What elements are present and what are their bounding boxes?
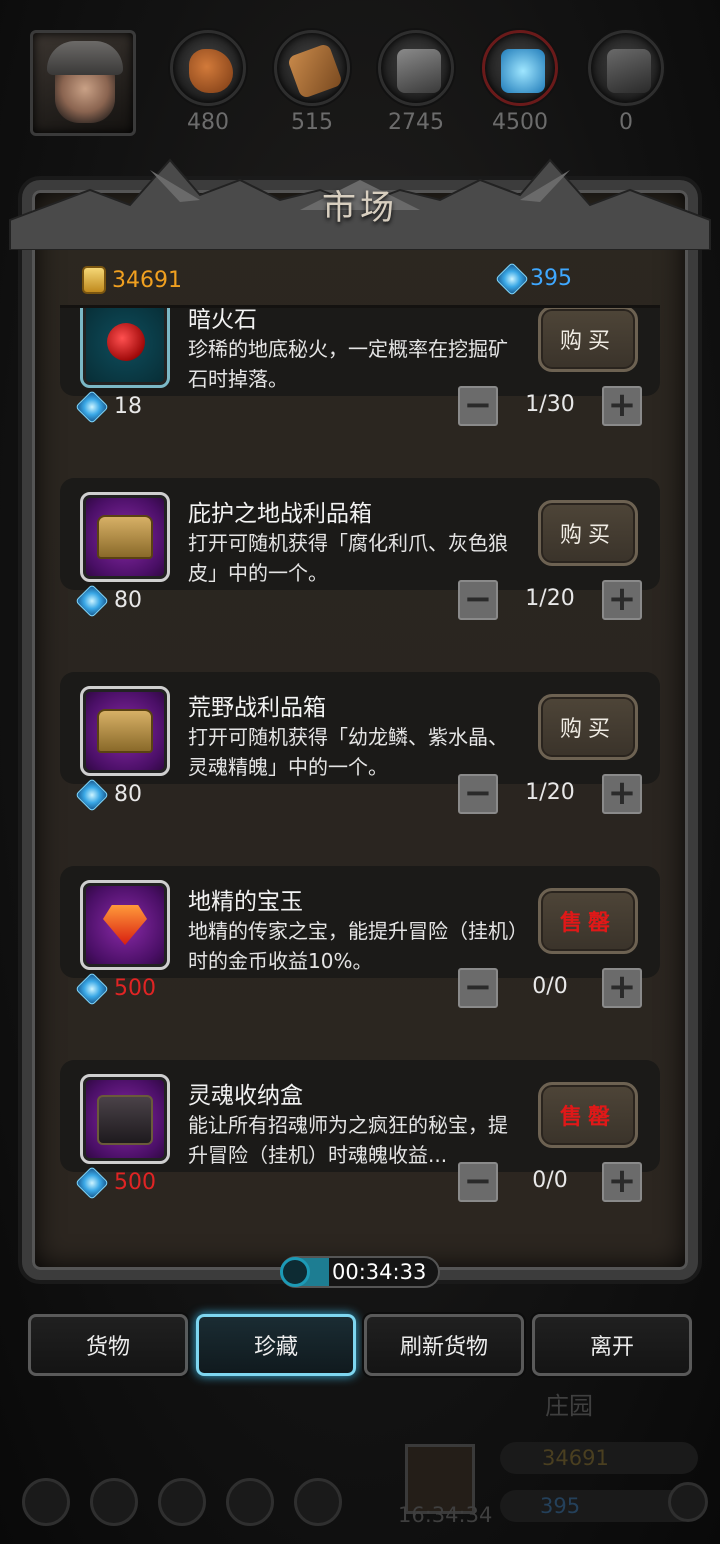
resource-meat[interactable]: 480 [168, 30, 248, 135]
mail-icon [226, 1478, 274, 1526]
market-item: 庇护之地战利品箱 打开可随机获得「腐化利爪、灰色狼皮」中的一个。 购买 80 −… [60, 478, 660, 672]
decrease-quantity-button[interactable]: − [458, 774, 498, 814]
increase-quantity-button[interactable]: + [602, 1162, 642, 1202]
wood-icon [286, 42, 344, 100]
item-name: 荒野战利品箱 [188, 695, 326, 721]
iron-icon [397, 49, 441, 93]
guild-icon [158, 1478, 206, 1526]
loot-chest-icon [80, 686, 170, 776]
resource-iron[interactable]: 2745 [376, 30, 456, 135]
panel-gold: 34691 [82, 266, 182, 294]
market-item-list[interactable]: 暗火石 珍稀的地底秘火，一定概率在挖掘矿石时掉落。 购买 18 − 1/30 +… [60, 308, 660, 1243]
resource-crystal[interactable]: 4500 [480, 30, 560, 135]
meat-icon [189, 49, 233, 93]
gem-icon [495, 261, 529, 296]
quantity-stepper: − 1/20 + [458, 580, 642, 622]
quantity-value: 1/20 [525, 586, 575, 611]
market-item: 荒野战利品箱 打开可随机获得「幼龙鳞、紫水晶、灵魂精魄」中的一个。 购买 80 … [60, 672, 660, 866]
panel-gems: 395 [495, 261, 572, 296]
loot-chest-icon [80, 492, 170, 582]
manor-label: 庄园 [545, 1392, 593, 1420]
decrease-quantity-button[interactable]: − [458, 968, 498, 1008]
add-icon [668, 1482, 708, 1522]
quantity-value: 1/30 [525, 392, 575, 417]
item-name: 暗火石 [188, 308, 257, 333]
sold-out-button[interactable]: 售罄 [538, 888, 638, 954]
red-gem-icon [80, 880, 170, 970]
item-name: 灵魂收纳盒 [188, 1083, 303, 1109]
quantity-stepper: − 1/20 + [458, 774, 642, 816]
decrease-quantity-button[interactable]: − [458, 580, 498, 620]
gold-coin-icon [82, 266, 106, 294]
quantity-stepper: − 0/0 + [458, 1162, 642, 1204]
market-item: 灵魂收纳盒 能让所有招魂师为之疯狂的秘宝，提升冒险（挂机）时魂魄收益... 售罄… [60, 1060, 660, 1243]
buy-button[interactable]: 购买 [538, 694, 638, 760]
item-price: 500 [75, 971, 156, 1006]
quantity-value: 0/0 [532, 974, 568, 999]
item-price: 80 [75, 777, 142, 812]
tab-treasures[interactable]: 珍藏 [196, 1314, 356, 1376]
market-title: 市场 [322, 188, 398, 228]
market-screen: 480 515 2745 4500 0 市场 34691 395 暗火石 珍稀的… [0, 0, 720, 1544]
buy-button[interactable]: 购买 [538, 308, 638, 372]
market-item: 暗火石 珍稀的地底秘火，一定概率在挖掘矿石时掉落。 购买 18 − 1/30 + [60, 308, 660, 478]
settings-icon [22, 1478, 70, 1526]
gem-icon [75, 389, 109, 424]
clock-icon [280, 1257, 310, 1287]
quantity-value: 1/20 [525, 780, 575, 805]
refresh-timer: 00:34:33 [280, 1256, 440, 1288]
tab-goods[interactable]: 货物 [28, 1314, 188, 1376]
quantity-stepper: − 0/0 + [458, 968, 642, 1010]
share-icon [294, 1478, 342, 1526]
quantity-stepper: − 1/30 + [458, 386, 642, 428]
gem-icon [75, 1165, 109, 1200]
item-price: 18 [75, 389, 142, 424]
crystal-icon [501, 49, 545, 93]
buy-button[interactable]: 购买 [538, 500, 638, 566]
resource-wood[interactable]: 515 [272, 30, 352, 135]
gem-icon [75, 971, 109, 1006]
gem-icon [75, 583, 109, 618]
background-gems: 395 [540, 1494, 581, 1518]
decrease-quantity-button[interactable]: − [458, 1162, 498, 1202]
refresh-goods-button[interactable]: 刷新货物 [364, 1314, 524, 1376]
item-name: 庇护之地战利品箱 [188, 501, 372, 527]
background-clock: 16:34:34 [398, 1503, 493, 1527]
soul-box-icon [80, 1074, 170, 1164]
gem-icon [75, 777, 109, 812]
decrease-quantity-button[interactable]: − [458, 386, 498, 426]
increase-quantity-button[interactable]: + [602, 580, 642, 620]
quantity-value: 0/0 [532, 1168, 568, 1193]
item-price: 80 [75, 583, 142, 618]
achievement-icon [90, 1478, 138, 1526]
increase-quantity-button[interactable]: + [602, 386, 642, 426]
player-avatar[interactable] [30, 30, 136, 136]
sold-out-button[interactable]: 售罄 [538, 1082, 638, 1148]
market-item: 地精的宝玉 地精的传家之宝，能提升冒险（挂机）时的金币收益10%。 售罄 500… [60, 866, 660, 1060]
item-name: 地精的宝玉 [188, 889, 303, 915]
resource-ore[interactable]: 0 [586, 30, 666, 135]
increase-quantity-button[interactable]: + [602, 968, 642, 1008]
increase-quantity-button[interactable]: + [602, 774, 642, 814]
fire-stone-icon [80, 308, 170, 388]
ore-icon [607, 49, 651, 93]
background-gold: 34691 [542, 1446, 609, 1470]
item-price: 500 [75, 1165, 156, 1200]
leave-button[interactable]: 离开 [532, 1314, 692, 1376]
